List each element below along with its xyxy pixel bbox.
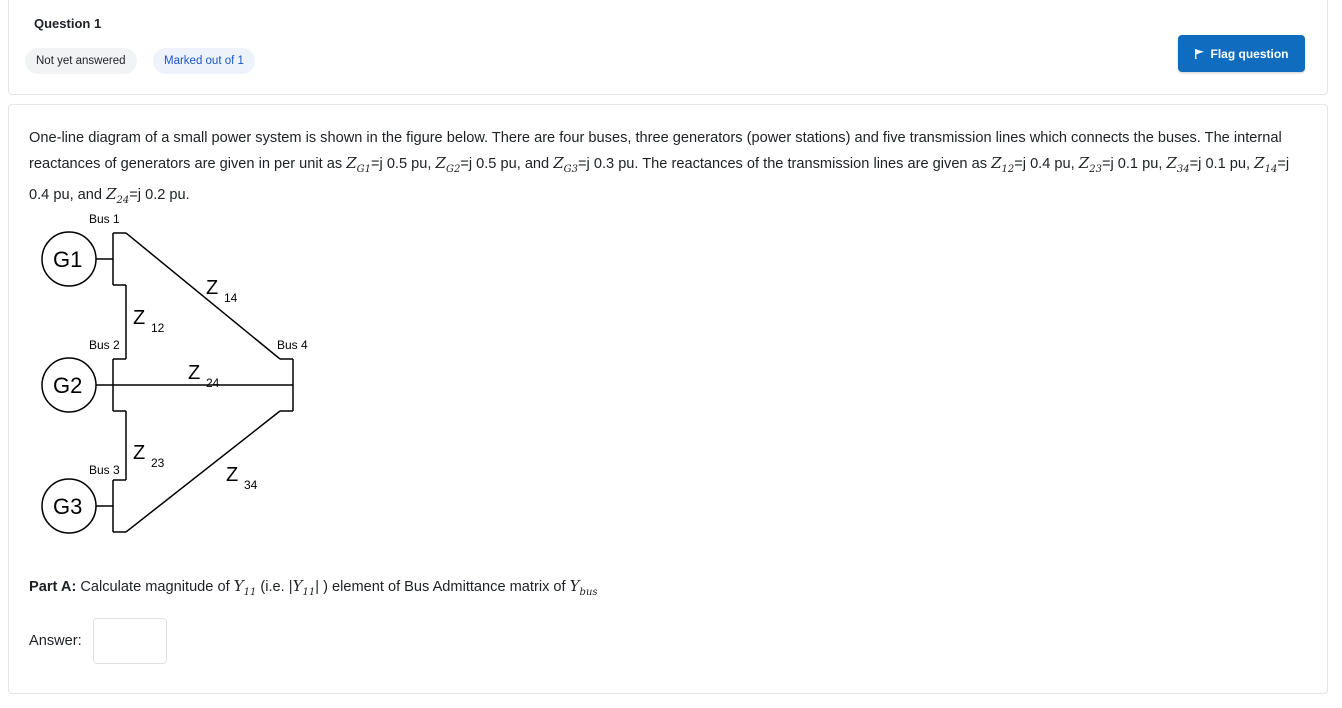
line-z34 bbox=[125, 410, 281, 533]
z12-symbol: Z bbox=[991, 153, 1002, 172]
z24-symbol: Z bbox=[106, 184, 117, 203]
ybus-symbol: Y bbox=[569, 577, 580, 595]
z34-value: =j 0.1 pu, bbox=[1189, 155, 1255, 172]
part-a-label: Part A: bbox=[29, 579, 77, 595]
zg2-value: =j 0.5 pu, and bbox=[460, 155, 554, 172]
zg1-subscript: G1 bbox=[356, 163, 371, 175]
bus3-label: Bus 3 bbox=[89, 463, 120, 477]
bus4-label: Bus 4 bbox=[277, 338, 308, 352]
part-a-text-3: | ) element of Bus Admittance matrix of bbox=[315, 579, 570, 595]
answer-label: Answer: bbox=[29, 633, 82, 649]
bus1-label: Bus 1 bbox=[89, 212, 120, 226]
zg3-symbol: Z bbox=[553, 153, 564, 172]
status-badge: Not yet answered bbox=[25, 48, 137, 74]
flag-question-button[interactable]: Flag question bbox=[1178, 35, 1305, 72]
one-line-diagram-full: G1 G2 G3 Bus 1 Bus 2 Bus 3 Bus 4 Z 14 Z … bbox=[41, 212, 308, 534]
zg2-subscript: G2 bbox=[445, 163, 461, 175]
part-a-text-1: Calculate magnitude of bbox=[76, 579, 234, 595]
y11-abs-symbol: Y bbox=[292, 577, 303, 595]
part-a-text-2: (i.e. | bbox=[256, 579, 293, 595]
question-text: One-line diagram of a small power system… bbox=[29, 126, 1309, 213]
z14-label-letter: Z bbox=[206, 277, 218, 299]
z14-label-sub: 14 bbox=[224, 291, 238, 305]
zg2-symbol: Z bbox=[435, 153, 446, 172]
z24-label-sub: 24 bbox=[206, 376, 220, 390]
question-number: Question 1 bbox=[34, 16, 102, 31]
z24-label-letter: Z bbox=[188, 362, 200, 384]
z12-value: =j 0.4 pu, bbox=[1014, 155, 1079, 172]
flag-question-label: Flag question bbox=[1210, 46, 1289, 61]
z34-label-letter: Z bbox=[226, 464, 238, 486]
ybus-subscript: bus bbox=[579, 586, 598, 598]
z23-label-letter: Z bbox=[133, 442, 145, 464]
z14-symbol: Z bbox=[1254, 153, 1265, 172]
g2-label: G2 bbox=[53, 373, 82, 398]
z23-label-sub: 23 bbox=[151, 456, 165, 470]
zg3-subscript: G3 bbox=[563, 163, 579, 175]
z14-subscript: 14 bbox=[1264, 163, 1278, 175]
marks-badge: Marked out of 1 bbox=[153, 48, 255, 74]
line-z14 bbox=[125, 232, 281, 360]
bus2-label: Bus 2 bbox=[89, 338, 120, 352]
g1-label: G1 bbox=[53, 247, 82, 272]
answer-input[interactable] bbox=[93, 618, 167, 664]
z34-label-sub: 34 bbox=[244, 478, 258, 492]
z24-value: =j 0.2 pu. bbox=[129, 186, 190, 203]
y11-symbol: Y bbox=[233, 577, 244, 595]
question-info-card: Question 1 Not yet answered Marked out o… bbox=[8, 0, 1328, 95]
z34-symbol: Z bbox=[1166, 153, 1177, 172]
y11-abs-subscript: 11 bbox=[302, 586, 316, 598]
z12-subscript: 12 bbox=[1001, 163, 1015, 175]
z12-label-letter: Z bbox=[133, 307, 145, 329]
z23-symbol: Z bbox=[1078, 153, 1090, 172]
z23-value: =j 0.1 pu, bbox=[1101, 155, 1167, 172]
g3-label: G3 bbox=[53, 494, 82, 519]
zg1-symbol: Z bbox=[346, 153, 357, 172]
z34-subscript: 34 bbox=[1176, 163, 1190, 175]
zg1-value: =j 0.5 pu, bbox=[371, 155, 436, 172]
flag-icon bbox=[1194, 48, 1204, 59]
z12-label-sub: 12 bbox=[151, 321, 165, 335]
y11-subscript: 11 bbox=[243, 586, 257, 598]
zg3-value: =j 0.3 pu. The reactances of the transmi… bbox=[578, 155, 992, 172]
question-content-card: One-line diagram of a small power system… bbox=[8, 104, 1328, 694]
part-a-text: Part A: Calculate magnitude of Y11 (i.e.… bbox=[29, 577, 598, 598]
z23-subscript: 23 bbox=[1089, 163, 1102, 175]
